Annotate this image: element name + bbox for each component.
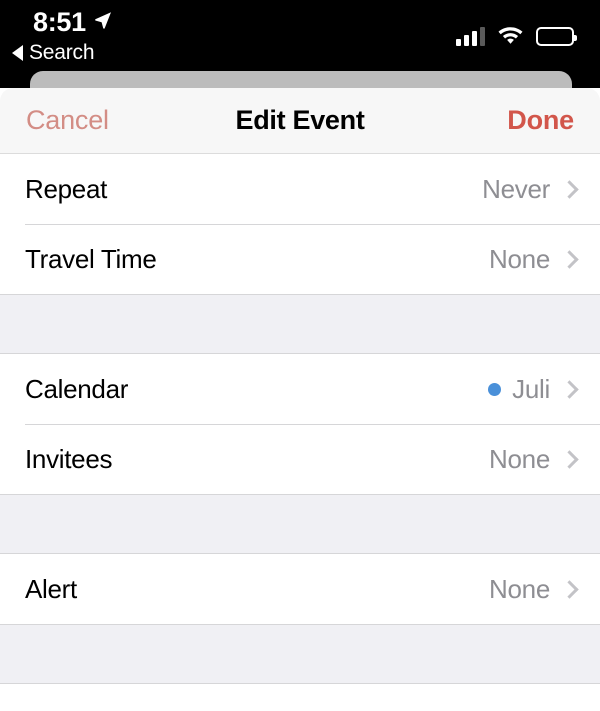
list-tail — [0, 684, 600, 700]
list-row-accessory: Juli — [488, 374, 579, 404]
list-row-value: None — [489, 574, 550, 604]
back-to-search-button[interactable]: Search — [12, 41, 95, 64]
list-section-alert: Alert None — [0, 554, 600, 624]
location-arrow-icon — [93, 10, 113, 35]
calendar-color-dot-icon — [488, 382, 502, 396]
wifi-icon — [497, 24, 524, 49]
section-gap — [0, 494, 600, 554]
chevron-right-icon — [560, 179, 579, 199]
list-row-value: None — [489, 244, 550, 274]
iphone-screen: 8:51 Search Cancel Edit Event Done Repea… — [0, 0, 600, 711]
navigation-bar: Cancel Edit Event Done — [0, 88, 600, 154]
list-row-accessory: None — [489, 574, 579, 604]
list-row-label: Alert — [25, 574, 77, 604]
list-row-value: Juli — [512, 374, 550, 404]
section-gap — [0, 624, 600, 684]
cellular-signal-icon — [456, 27, 485, 46]
event-settings-list: Repeat Never Travel Time None Calendar J… — [0, 154, 600, 700]
list-row-value: None — [489, 444, 550, 474]
list-section-calendar: Calendar Juli Invitees None — [0, 354, 600, 494]
status-bar-clock: 8:51 — [33, 7, 86, 37]
list-row-label: Calendar — [25, 374, 129, 404]
edit-event-sheet: Cancel Edit Event Done Repeat Never Trav… — [0, 88, 600, 711]
chevron-right-icon — [560, 249, 579, 269]
list-row-value: Never — [482, 174, 550, 204]
back-to-search-label: Search — [29, 41, 95, 64]
list-section-schedule: Repeat Never Travel Time None — [0, 154, 600, 294]
list-row-label: Repeat — [25, 174, 108, 204]
back-triangle-icon — [12, 44, 23, 61]
cancel-button[interactable]: Cancel — [26, 107, 109, 134]
list-row-alert[interactable]: Alert None — [0, 554, 600, 624]
section-gap — [0, 294, 600, 354]
list-row-label: Travel Time — [25, 244, 157, 274]
chevron-right-icon — [560, 379, 579, 399]
list-row-travel-time[interactable]: Travel Time None — [0, 224, 600, 294]
status-bar-time-group: 8:51 — [33, 9, 113, 36]
list-row-accessory: Never — [482, 174, 579, 204]
list-row-accessory: None — [489, 444, 579, 474]
chevron-right-icon — [560, 449, 579, 469]
list-row-calendar[interactable]: Calendar Juli — [0, 354, 600, 424]
list-row-label: Invitees — [25, 444, 113, 474]
done-button[interactable]: Done — [507, 107, 574, 134]
list-row-accessory: None — [489, 244, 579, 274]
list-row-repeat[interactable]: Repeat Never — [0, 154, 600, 224]
list-row-invitees[interactable]: Invitees None — [0, 424, 600, 494]
battery-icon — [536, 27, 577, 46]
status-bar-indicators — [456, 24, 577, 49]
chevron-right-icon — [560, 579, 579, 599]
